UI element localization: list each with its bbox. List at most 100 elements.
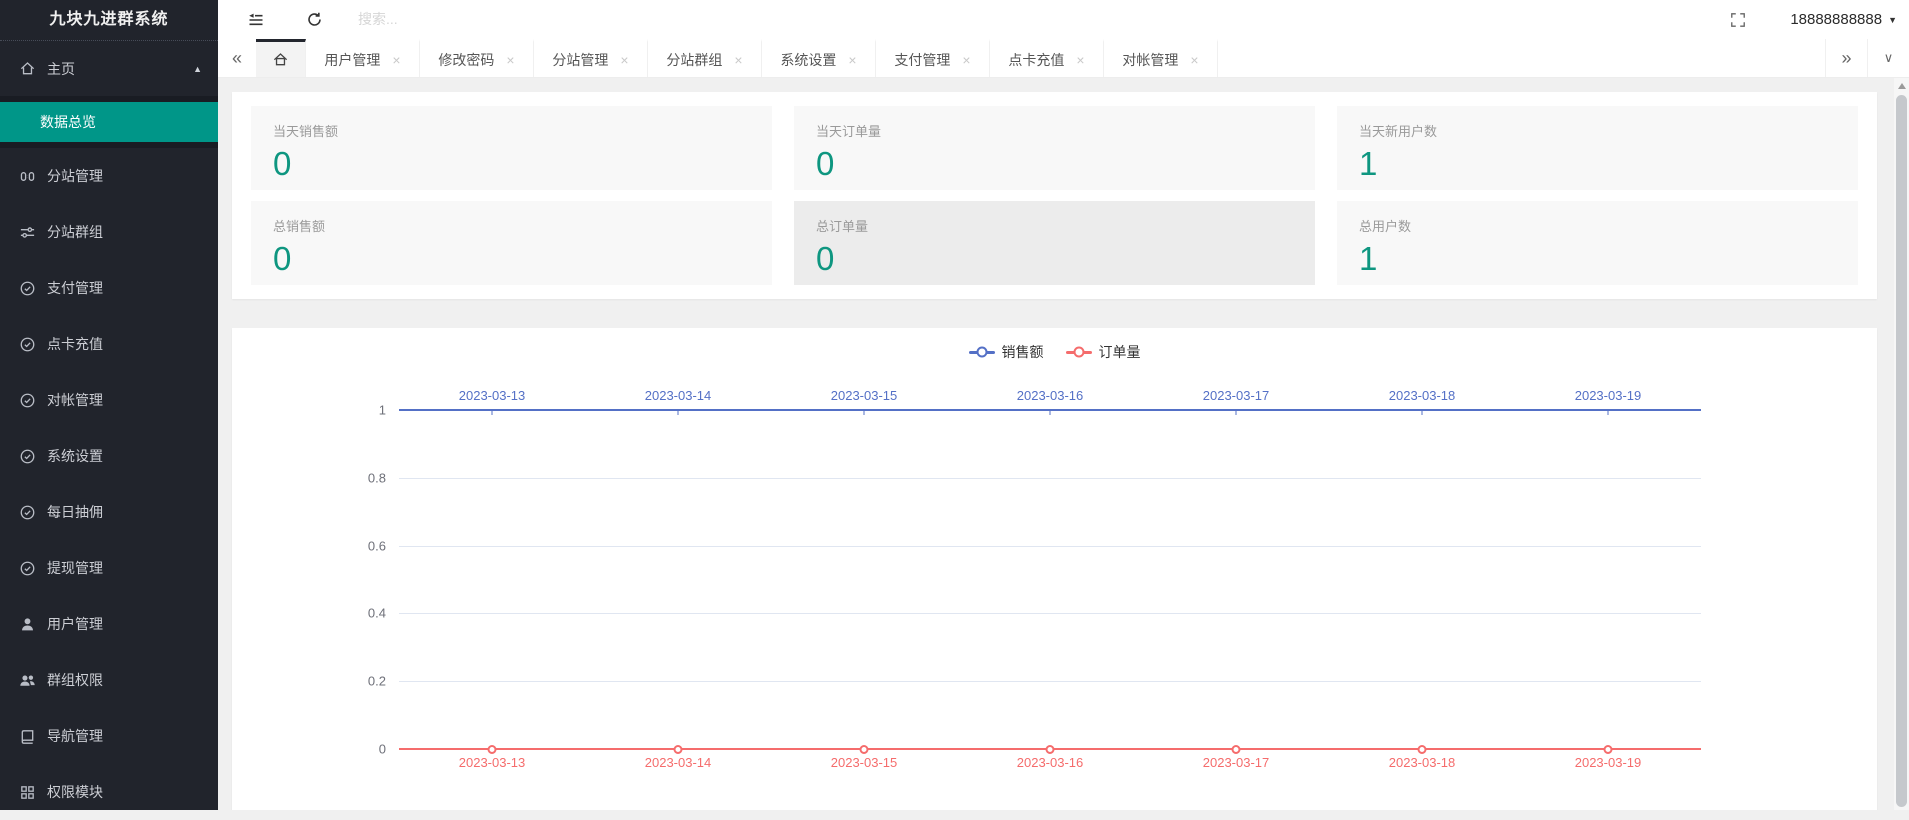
data-point <box>859 744 869 754</box>
close-icon[interactable]: × <box>848 53 856 67</box>
x-axis-bottom-label: 2023-03-18 <box>1388 755 1456 770</box>
x-axis-bottom-label: 2023-03-16 <box>1016 755 1084 770</box>
sidebar-item-home[interactable]: 主页 ▲ <box>0 41 218 96</box>
user-icon <box>18 615 36 633</box>
caret-up-icon: ▲ <box>193 63 202 74</box>
chart-gridline <box>399 681 1701 683</box>
x-axis-tick <box>1049 410 1051 415</box>
x-axis-top-label: 2023-03-14 <box>644 388 712 403</box>
tab-substation-groups[interactable]: 分站群组 × <box>648 39 762 77</box>
x-axis-bottom-label: 2023-03-19 <box>1574 755 1642 770</box>
legend-marker-icon <box>968 350 995 354</box>
sidebar-item-reconciliation[interactable]: 对帐管理 <box>0 372 218 428</box>
component-icon <box>18 167 36 185</box>
chart-legend: 销售额 订单量 <box>968 342 1141 362</box>
stat-value: 0 <box>816 240 835 277</box>
stat-card-today-orders: 当天订单量 0 <box>794 106 1315 190</box>
data-point <box>487 744 497 754</box>
x-axis-top-label: 2023-03-16 <box>1016 388 1084 403</box>
stat-value: 1 <box>1359 145 1378 182</box>
tab-change-password[interactable]: 修改密码 × <box>420 39 534 77</box>
close-icon[interactable]: × <box>506 53 514 67</box>
close-icon[interactable]: × <box>1190 53 1198 67</box>
x-axis-top-label: 2023-03-15 <box>830 388 898 403</box>
chart-gridline <box>399 613 1701 615</box>
x-axis-tick <box>1235 410 1237 415</box>
collapse-sidebar-icon[interactable] <box>246 10 266 30</box>
sidebar-item-card-recharge[interactable]: 点卡充值 <box>0 316 218 372</box>
close-icon[interactable]: × <box>620 53 628 67</box>
tab-bar: « 用户管理 × 修改密码 × 分站管理 × 分站群组 × 系统设置 × 支付管理 × 点卡… <box>218 39 1909 78</box>
sidebar-item-navigation-management[interactable]: 导航管理 <box>0 708 218 764</box>
stat-value: 0 <box>273 240 292 277</box>
search-box <box>356 10 580 29</box>
users-icon <box>18 671 36 689</box>
sidebar-item-label: 主页 <box>47 60 75 77</box>
sidebar-item-system-settings[interactable]: 系统设置 <box>0 428 218 484</box>
tab-reconciliation[interactable]: 对帐管理 × <box>1104 39 1218 77</box>
grid-icon <box>18 783 36 801</box>
app-title: 九块九进群系统 <box>0 0 218 41</box>
legend-label: 订单量 <box>1098 344 1141 360</box>
x-axis-bottom-label: 2023-03-15 <box>830 755 898 770</box>
close-icon[interactable]: × <box>734 53 742 67</box>
user-menu[interactable]: 18888888888 ▼ <box>1790 11 1897 28</box>
tab-system-settings[interactable]: 系统设置 × <box>762 39 876 77</box>
scroll-up-arrow-icon[interactable] <box>1897 83 1906 89</box>
data-point <box>1417 744 1427 754</box>
sidebar-item-withdrawal-management[interactable]: 提现管理 <box>0 540 218 596</box>
x-axis-tick <box>863 410 865 415</box>
legend-item-销售额[interactable]: 销售额 <box>968 342 1044 362</box>
main-area: 18888888888 ▼ « 用户管理× 修改密码× 分站管理× 分站群组× … <box>218 0 1909 810</box>
x-axis-bottom-label: 2023-03-14 <box>644 755 712 770</box>
user-phone: 18888888888 <box>1790 11 1883 28</box>
refresh-icon[interactable] <box>304 10 324 30</box>
y-axis-tick-label: 0 <box>378 741 386 757</box>
tabs-menu-icon[interactable]: ∨ <box>1867 39 1909 77</box>
stat-value: 0 <box>816 145 835 182</box>
chart-gridline <box>399 545 1701 547</box>
stat-card-total-sales: 总销售额 0 <box>251 201 772 285</box>
sidebar: 九块九进群系统 主页 ▲ 数据总览 分站管理 分站群组 支付管理 点卡充值 对帐… <box>0 0 218 810</box>
sidebar-item-substation-management[interactable]: 分站管理 <box>0 148 218 204</box>
close-icon[interactable]: × <box>962 53 970 67</box>
tab-home[interactable] <box>256 39 306 77</box>
close-icon[interactable]: × <box>392 53 400 67</box>
book-icon <box>18 727 36 745</box>
sidebar-item-permission-modules[interactable]: 权限模块 <box>0 764 218 820</box>
sidebar-submenu: 数据总览 <box>0 96 218 148</box>
vertical-scrollbar[interactable] <box>1894 78 1909 810</box>
tab-card-recharge[interactable]: 点卡充值 × <box>990 39 1104 77</box>
sidebar-item-user-management[interactable]: 用户管理 <box>0 596 218 652</box>
x-axis-top-label: 2023-03-18 <box>1388 388 1456 403</box>
tabs-scroll-left-icon[interactable]: « <box>218 39 256 77</box>
tab-substation-management[interactable]: 分站管理 × <box>534 39 648 77</box>
x-axis-tick <box>1607 410 1609 415</box>
x-axis-tick <box>1421 410 1423 415</box>
tabs-scroll-right-icon[interactable]: » <box>1825 39 1867 77</box>
shield-check-icon <box>18 559 36 577</box>
scrollbar-thumb[interactable] <box>1896 95 1907 807</box>
home-icon <box>272 51 289 68</box>
x-axis-top-label: 2023-03-17 <box>1202 388 1270 403</box>
sidebar-item-data-overview[interactable]: 数据总览 <box>0 102 218 142</box>
tab-users[interactable]: 用户管理 × <box>306 39 420 77</box>
content-area: 当天销售额 0 当天订单量 0 当天新用户数 1 总销售额 0 总订单量 0 总… <box>218 78 1909 810</box>
stat-card-total-orders: 总订单量 0 <box>794 201 1315 285</box>
x-axis-bottom-label: 2023-03-17 <box>1202 755 1270 770</box>
close-icon[interactable]: × <box>1076 53 1084 67</box>
shield-check-icon <box>18 391 36 409</box>
sidebar-item-payment-management[interactable]: 支付管理 <box>0 260 218 316</box>
x-axis-top-label: 2023-03-19 <box>1574 388 1642 403</box>
search-input[interactable] <box>356 10 580 28</box>
sales-orders-chart: 销售额 订单量 0 0.2 0.4 0.6 0.8 1 2023-03-13 2023-03-1… <box>232 328 1877 810</box>
stat-value: 1 <box>1359 240 1378 277</box>
legend-item-订单量[interactable]: 订单量 <box>1065 342 1141 362</box>
sidebar-item-group-permissions[interactable]: 群组权限 <box>0 652 218 708</box>
sidebar-item-substation-groups[interactable]: 分站群组 <box>0 204 218 260</box>
caret-down-icon: ▼ <box>1888 14 1897 25</box>
chart-plot: 0 0.2 0.4 0.6 0.8 1 2023-03-13 2023-03-13 2023-0… <box>368 388 1701 770</box>
fullscreen-icon[interactable] <box>1728 10 1748 30</box>
sidebar-item-daily-commission[interactable]: 每日抽佣 <box>0 484 218 540</box>
tab-payment-management[interactable]: 支付管理 × <box>876 39 990 77</box>
